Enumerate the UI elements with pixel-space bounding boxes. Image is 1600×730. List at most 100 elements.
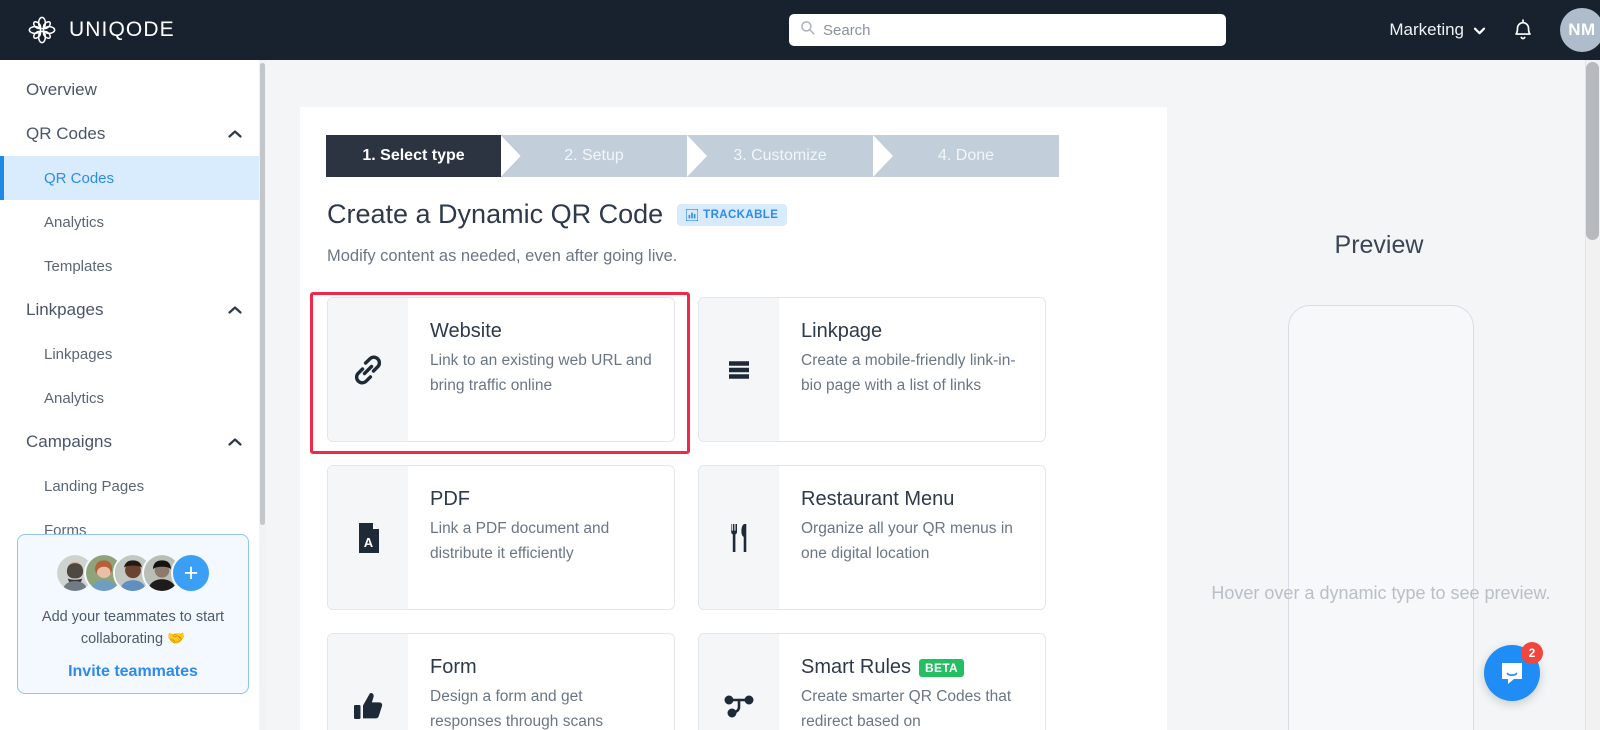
pdf-file-icon: A (328, 466, 408, 609)
chat-bubble-icon (1498, 659, 1526, 687)
step-label: 4. Done (937, 147, 995, 164)
card-body: Linkpage Create a mobile-friendly link-i… (779, 298, 1045, 441)
sidebar-item-label: Overview (26, 80, 97, 99)
create-qr-panel: 1. Select type 2. Setup 3. Customize 4. … (300, 107, 1167, 730)
svg-text:A: A (364, 535, 374, 550)
card-title: Smart Rules (801, 656, 912, 678)
chat-widget-button[interactable]: 2 (1484, 642, 1543, 701)
step-label: 2. Setup (564, 147, 624, 164)
main-content: 1. Select type 2. Setup 3. Customize 4. … (266, 60, 1585, 730)
card-body: Smart Rules BETA Create smarter QR Codes… (779, 634, 1045, 730)
page-title-row: Create a Dynamic QR Code TRACKABLE (327, 199, 788, 230)
step-select-type[interactable]: 1. Select type (326, 135, 521, 177)
preview-hint-text: Hover over a dynamic type to see preview… (1211, 583, 1551, 603)
qr-type-card-restaurant-menu[interactable]: Restaurant Menu Organize all your QR men… (698, 465, 1046, 610)
step-label: 3. Customize (733, 147, 827, 164)
sidebar-item-landing-pages[interactable]: Landing Pages (0, 464, 265, 508)
qr-type-card-smart-rules[interactable]: Smart Rules BETA Create smarter QR Codes… (698, 633, 1046, 730)
card-title: Linkpage (801, 320, 883, 342)
sidebar-scrollbar-thumb[interactable] (260, 63, 265, 525)
brand-name: UNIQODE (69, 18, 175, 41)
card-title: PDF (430, 488, 470, 510)
status-badge-beta: BETA (919, 658, 965, 677)
card-title: Form (430, 656, 477, 678)
sidebar-group-label: Linkpages (26, 300, 104, 319)
step-label: 1. Select type (362, 147, 465, 164)
org-switcher[interactable]: Marketing (1389, 20, 1486, 40)
card-body: Form Design a form and get responses thr… (408, 634, 674, 730)
qr-type-card-form[interactable]: Form Design a form and get responses thr… (327, 633, 675, 730)
fork-knife-icon (699, 466, 779, 609)
step-done[interactable]: 4. Done (873, 135, 1059, 177)
teammate-avatar-group: + (55, 553, 211, 593)
qr-type-card-grid: Website Link to an existing web URL and … (327, 297, 1117, 730)
qr-type-card-linkpage[interactable]: Linkpage Create a mobile-friendly link-i… (698, 297, 1046, 442)
page-subtitle: Modify content as needed, even after goi… (327, 247, 678, 265)
page-scrollbar-thumb[interactable] (1586, 62, 1599, 240)
card-description: Organize all your QR menus in one digita… (801, 520, 1013, 562)
sidebar-item-label: Analytics (44, 389, 105, 407)
uniqode-logo-icon (27, 15, 57, 45)
step-customize[interactable]: 3. Customize (687, 135, 893, 177)
trackable-label: TRACKABLE (703, 208, 779, 221)
card-body: Restaurant Menu Organize all your QR men… (779, 466, 1045, 609)
sidebar-item-label: Templates (44, 257, 113, 275)
sidebar-item-templates[interactable]: Templates (0, 244, 265, 288)
invite-teammates-message: Add your teammates to start collaboratin… (41, 609, 225, 647)
sidebar-item-overview[interactable]: Overview (0, 68, 265, 112)
plus-icon: + (183, 559, 199, 587)
card-description: Create smarter QR Codes that redirect ba… (801, 688, 1012, 730)
sidebar-group-qr-codes[interactable]: QR Codes (0, 112, 265, 156)
sidebar-item-linkpages[interactable]: Linkpages (0, 332, 265, 376)
org-name: Marketing (1389, 20, 1464, 39)
preview-title: Preview (1334, 231, 1424, 259)
avatar[interactable]: NM (1560, 8, 1600, 52)
invite-teammates-card: + Add your teammates to start collaborat… (17, 534, 249, 694)
qr-type-card-pdf[interactable]: A PDF Link a PDF document and distribute… (327, 465, 675, 610)
card-title: Website (430, 320, 502, 342)
card-body: Website Link to an existing web URL and … (408, 298, 674, 441)
sidebar-item-qr-analytics[interactable]: Analytics (0, 200, 265, 244)
brand-logo[interactable]: UNIQODE (27, 15, 175, 45)
sidebar-group-label: Campaigns (26, 432, 112, 451)
sidebar: Overview QR Codes QR Codes Analytics Tem… (0, 60, 266, 730)
avatar-initials: NM (1568, 20, 1596, 39)
sidebar-group-label: QR Codes (26, 124, 106, 143)
step-setup[interactable]: 2. Setup (501, 135, 707, 177)
sidebar-item-label: QR Codes (44, 169, 115, 187)
preview-phone-frame (1288, 305, 1474, 730)
bell-icon[interactable] (1512, 18, 1534, 42)
chat-unread-badge: 2 (1521, 642, 1543, 664)
sidebar-item-linkpage-analytics[interactable]: Analytics (0, 376, 265, 420)
card-description: Create a mobile-friendly link-in-bio pag… (801, 352, 1016, 394)
sidebar-group-campaigns[interactable]: Campaigns (0, 420, 265, 464)
list-lines-icon (699, 298, 779, 441)
card-body: PDF Link a PDF document and distribute i… (408, 466, 674, 609)
chevron-up-icon[interactable] (227, 437, 243, 447)
wizard-stepper: 1. Select type 2. Setup 3. Customize 4. … (326, 135, 1059, 177)
invite-teammates-link[interactable]: Invite teammates (68, 663, 198, 681)
link-chain-icon (328, 298, 408, 441)
sidebar-group-linkpages[interactable]: Linkpages (0, 288, 265, 332)
global-search[interactable] (789, 14, 1226, 46)
branch-nodes-icon (699, 634, 779, 730)
qr-type-card-website[interactable]: Website Link to an existing web URL and … (327, 297, 675, 442)
chevron-up-icon[interactable] (227, 305, 243, 315)
header-actions: Marketing NM (1389, 0, 1600, 60)
add-teammate-button[interactable]: + (171, 553, 211, 593)
status-badge-trackable: TRACKABLE (677, 203, 788, 226)
search-input[interactable] (823, 21, 1215, 39)
top-header: UNIQODE Marketing (0, 0, 1600, 60)
card-title: Restaurant Menu (801, 488, 955, 510)
chevron-up-icon[interactable] (227, 129, 243, 139)
card-description: Link a PDF document and distribute it ef… (430, 520, 610, 562)
sidebar-item-label: Landing Pages (44, 477, 145, 495)
sidebar-item-qr-codes[interactable]: QR Codes (0, 156, 265, 200)
thumbs-up-icon (328, 634, 408, 730)
search-icon (800, 20, 815, 40)
sidebar-item-label: Analytics (44, 213, 105, 231)
page-title: Create a Dynamic QR Code (327, 199, 664, 229)
bar-chart-icon (686, 208, 699, 221)
sidebar-item-label: Linkpages (44, 345, 113, 363)
